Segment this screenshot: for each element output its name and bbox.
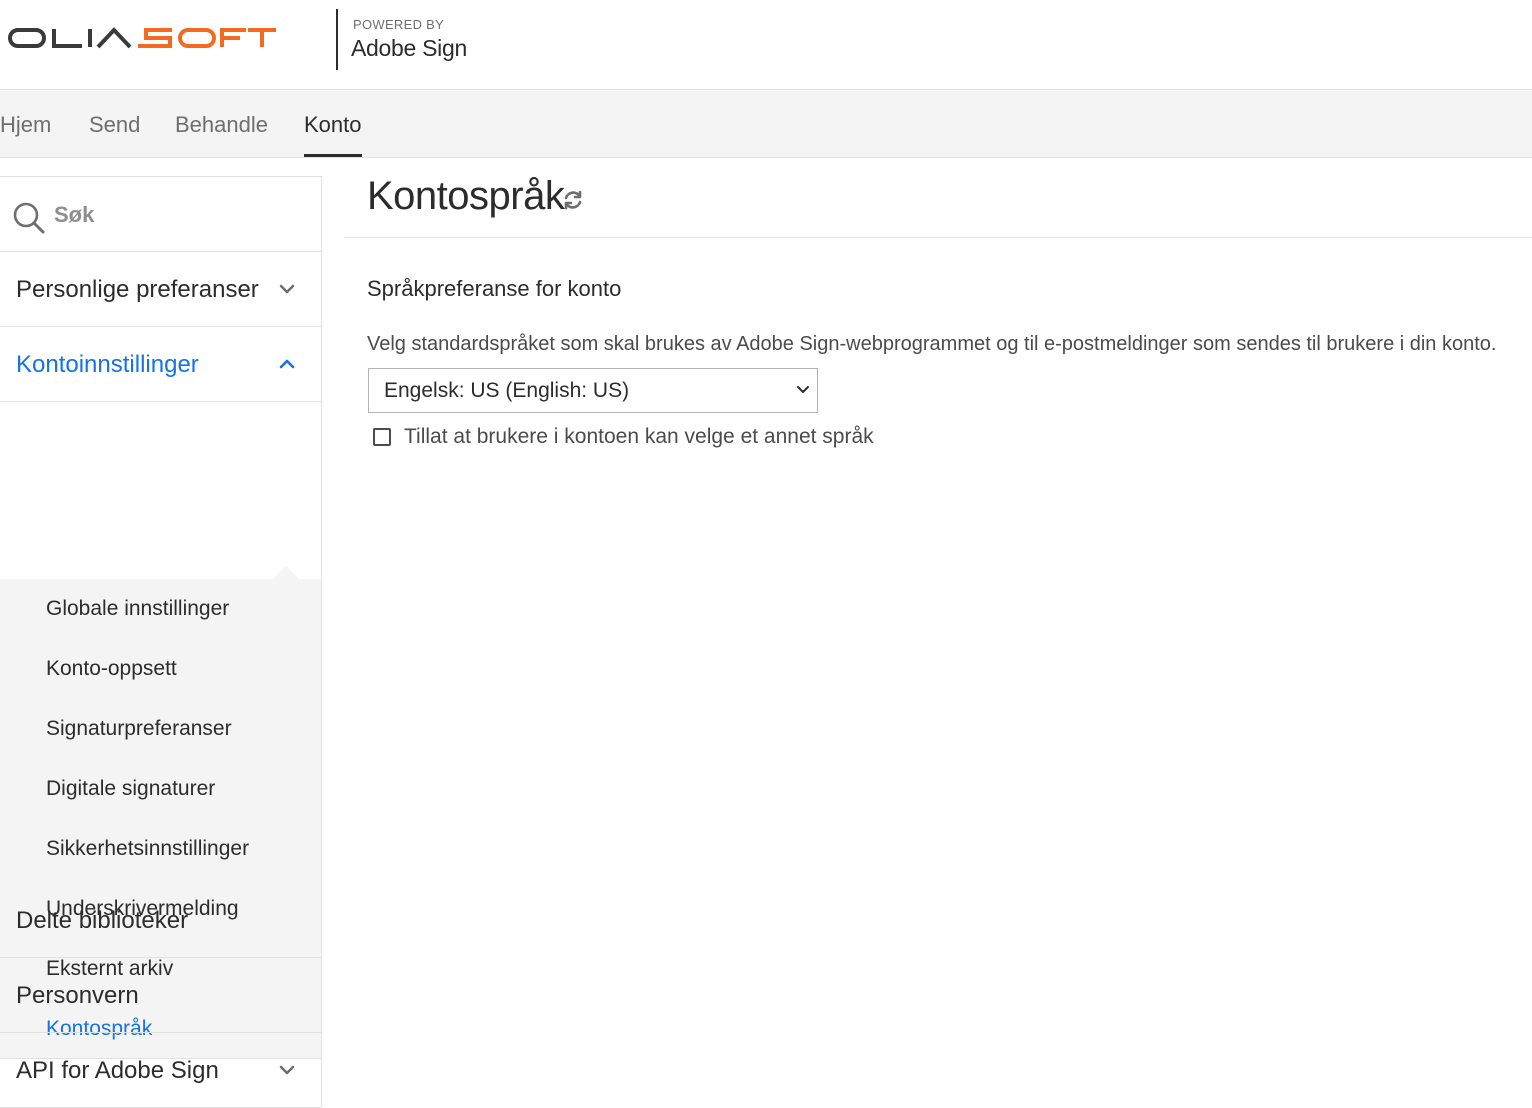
tab-hjem[interactable]: Hjem <box>0 91 51 157</box>
sidebar-item-konto-oppsett[interactable]: Konto-oppsett <box>46 639 177 699</box>
submenu-pointer <box>272 566 300 580</box>
sidebar-section-label: Personvern <box>16 982 139 1009</box>
allow-other-language-label[interactable]: Tillat at brukere i kontoen kan velge et… <box>404 425 874 449</box>
search-icon <box>13 202 45 234</box>
logo-divider <box>336 9 338 70</box>
sidebar-section-label: Personlige preferanser <box>16 276 259 303</box>
sidebar-section-label: API for Adobe Sign <box>16 1057 219 1084</box>
sidebar-section-personvern[interactable]: Personvern <box>0 958 321 1033</box>
sidebar-section-kontoinnstillinger[interactable]: Kontoinnstillinger <box>0 327 321 402</box>
sidebar-section-api-for-adobe-sign[interactable]: API for Adobe Sign <box>0 1033 321 1108</box>
sidebar-item-globale-innstillinger[interactable]: Globale innstillinger <box>46 579 229 639</box>
sidebar-item-signaturpreferanser[interactable]: Signaturpreferanser <box>46 699 232 759</box>
sidebar-item-sikkerhetsinnstillinger[interactable]: Sikkerhetsinnstillinger <box>46 819 249 879</box>
language-select[interactable]: Engelsk: US (English: US) <box>368 368 818 413</box>
chevron-up-icon <box>279 359 295 369</box>
tab-behandle[interactable]: Behandle <box>175 91 268 157</box>
section-description: Velg standardspråket som skal brukes av … <box>367 333 1497 355</box>
sidebar-search <box>0 177 321 252</box>
settings-sidebar: Personlige preferanser Kontoinnstillinge… <box>0 176 322 1108</box>
page-title: Kontospråk <box>367 174 565 218</box>
allow-other-language-checkbox[interactable] <box>373 428 391 446</box>
sidebar-section-personlige-preferanser[interactable]: Personlige preferanser <box>0 252 321 327</box>
tab-send[interactable]: Send <box>89 91 140 157</box>
chevron-down-icon <box>279 284 295 294</box>
app-header: POWERED BY Adobe Sign <box>0 0 1532 90</box>
sidebar-item-digitale-signaturer[interactable]: Digitale signaturer <box>46 759 215 819</box>
top-navigation: Hjem Send Behandle Konto <box>0 91 1532 158</box>
chevron-down-icon <box>279 1065 295 1075</box>
sidebar-section-label: Kontoinnstillinger <box>16 351 199 378</box>
title-divider <box>344 237 1532 238</box>
adobe-sign-wordmark: Adobe Sign <box>351 35 467 61</box>
refresh-icon[interactable] <box>561 188 585 212</box>
sidebar-section-delte-biblioteker[interactable]: Delte biblioteker <box>0 883 321 958</box>
oliasoft-logo <box>8 27 276 49</box>
tab-konto[interactable]: Konto <box>304 91 362 157</box>
search-input[interactable] <box>54 197 304 233</box>
dropdown-caret-icon <box>797 386 809 393</box>
section-heading: Språkpreferanse for konto <box>367 276 622 301</box>
language-select-value: Engelsk: US (English: US) <box>384 379 630 402</box>
sidebar-section-label: Delte biblioteker <box>16 907 189 934</box>
powered-by-label: POWERED BY <box>353 17 445 32</box>
